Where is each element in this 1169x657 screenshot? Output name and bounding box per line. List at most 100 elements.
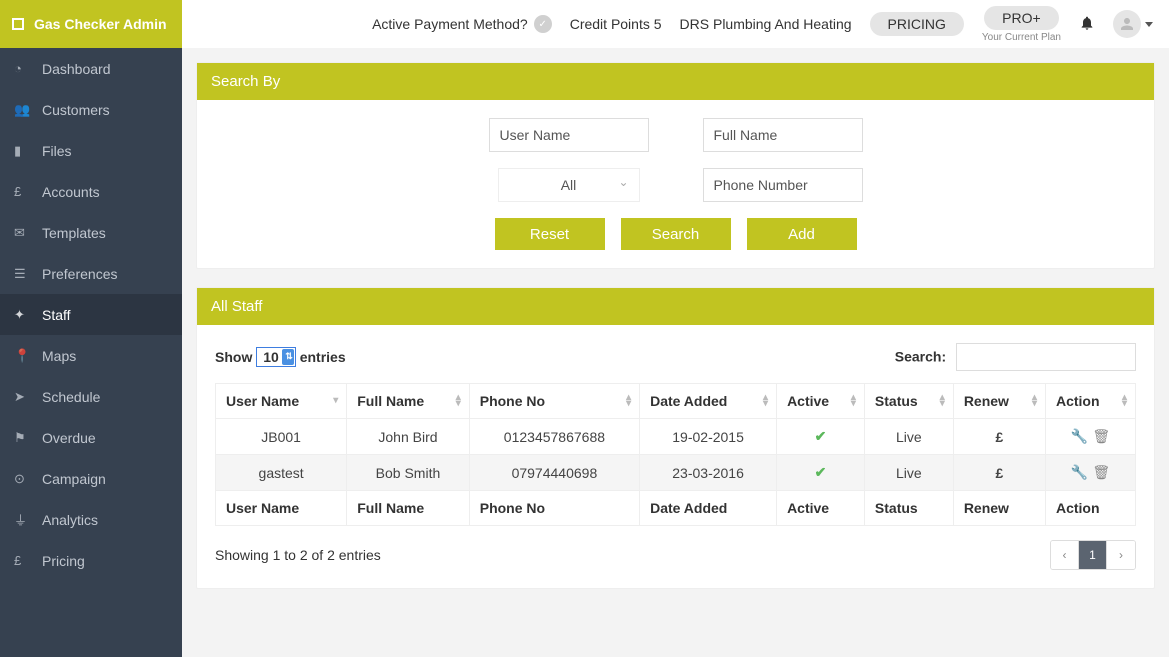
- check-circle-icon: ✓: [534, 15, 552, 33]
- col-full-name[interactable]: Full Name▴▾: [347, 384, 470, 419]
- plan-indicator[interactable]: PRO+ Your Current Plan: [982, 6, 1061, 43]
- footer-col: User Name: [216, 491, 347, 526]
- sidebar-item-analytics[interactable]: ⏚ Analytics: [0, 499, 182, 540]
- reset-button[interactable]: Reset: [495, 218, 605, 250]
- sidebar-item-label: Overdue: [42, 430, 96, 446]
- show-label-pre: Show: [215, 349, 252, 365]
- delete-trash-icon[interactable]: 🗑: [1092, 464, 1110, 480]
- add-button[interactable]: Add: [747, 218, 857, 250]
- sort-icon: ▴▾: [456, 395, 461, 407]
- delete-trash-icon[interactable]: 🗑: [1092, 428, 1110, 444]
- brand-header[interactable]: Gas Checker Admin: [0, 0, 182, 48]
- page-1[interactable]: 1: [1079, 541, 1107, 569]
- user-menu[interactable]: [1113, 10, 1153, 38]
- sort-desc-icon: ▾: [333, 398, 338, 404]
- col-phone-no[interactable]: Phone No▴▾: [469, 384, 639, 419]
- role-select-value: All: [561, 177, 577, 193]
- cell: 0123457867688: [469, 419, 639, 455]
- cell: ✔: [777, 419, 865, 455]
- page-prev[interactable]: ‹: [1051, 541, 1079, 569]
- cell: £: [953, 419, 1045, 455]
- footer-col: Action: [1045, 491, 1135, 526]
- sort-icon: ▴▾: [1122, 395, 1127, 407]
- sort-icon: ▴▾: [763, 395, 768, 407]
- brand-title: Gas Checker Admin: [34, 16, 167, 32]
- col-status[interactable]: Status▴▾: [864, 384, 953, 419]
- cell: 23-03-2016: [640, 455, 777, 491]
- fullname-input[interactable]: [703, 118, 863, 152]
- role-select[interactable]: All: [498, 168, 640, 202]
- sidebar-item-label: Schedule: [42, 389, 100, 405]
- sidebar-item-files[interactable]: ▮ Files: [0, 130, 182, 171]
- footer-col: Status: [864, 491, 953, 526]
- footer-col: Renew: [953, 491, 1045, 526]
- sidebar-item-label: Dashboard: [42, 61, 111, 77]
- entries-select[interactable]: 10: [256, 347, 296, 367]
- sidebar-item-dashboard[interactable]: ◔ Dashboard: [0, 48, 182, 89]
- payment-method-label: Active Payment Method?: [372, 16, 528, 32]
- templates-icon: ✉: [14, 225, 36, 241]
- sidebar-item-accounts[interactable]: £Accounts: [0, 171, 182, 212]
- table-search-input[interactable]: [956, 343, 1136, 371]
- col-action[interactable]: Action▴▾: [1045, 384, 1135, 419]
- search-button[interactable]: Search: [621, 218, 731, 250]
- sidebar-item-label: Files: [42, 143, 72, 159]
- sidebar-item-label: Analytics: [42, 512, 98, 528]
- table-search-label: Search:: [895, 349, 946, 365]
- notifications-bell-icon[interactable]: [1079, 15, 1095, 34]
- payment-method-status[interactable]: Active Payment Method? ✓: [372, 15, 552, 33]
- col-active[interactable]: Active▴▾: [777, 384, 865, 419]
- sidebar-item-overdue[interactable]: ⚑Overdue: [0, 417, 182, 458]
- cell: Live: [864, 455, 953, 491]
- sidebar-item-customers[interactable]: 👥Customers: [0, 89, 182, 130]
- username-input[interactable]: [489, 118, 649, 152]
- pricing-button[interactable]: PRICING: [870, 12, 964, 36]
- page-next[interactable]: ›: [1107, 541, 1135, 569]
- sidebar-item-label: Templates: [42, 225, 106, 241]
- search-panel-title: Search By: [197, 63, 1154, 100]
- active-check-icon: ✔: [815, 428, 827, 444]
- cell: 🔧🗑: [1045, 419, 1135, 455]
- sidebar-item-staff[interactable]: ✦Staff: [0, 294, 182, 335]
- table-info: Showing 1 to 2 of 2 entries: [215, 547, 381, 563]
- files-icon: ▮: [14, 143, 36, 159]
- cell: 🔧🗑: [1045, 455, 1135, 491]
- plan-button[interactable]: PRO+: [984, 6, 1059, 30]
- topbar: Active Payment Method? ✓ Credit Points 5…: [182, 0, 1169, 48]
- footer-col: Phone No: [469, 491, 639, 526]
- sidebar-item-maps[interactable]: 📍 Maps: [0, 335, 182, 376]
- cell: JB001: [216, 419, 347, 455]
- analytics-icon: ⏚: [14, 510, 36, 529]
- caret-down-icon: [1145, 22, 1153, 27]
- sidebar-item-pricing[interactable]: £Pricing: [0, 540, 182, 581]
- entries-value: 10: [263, 349, 279, 365]
- maps-icon: 📍: [14, 348, 36, 364]
- avatar-icon: [1113, 10, 1141, 38]
- dashboard-icon: ◔: [14, 61, 36, 76]
- edit-wrench-icon[interactable]: 🔧: [1071, 428, 1088, 444]
- sidebar-item-templates[interactable]: ✉ Templates: [0, 212, 182, 253]
- sidebar-item-preferences[interactable]: ☰Preferences: [0, 253, 182, 294]
- sidebar-item-label: Preferences: [42, 266, 117, 282]
- col-date-added[interactable]: Date Added▴▾: [640, 384, 777, 419]
- renew-icon[interactable]: £: [995, 429, 1003, 445]
- sidebar-item-campaign[interactable]: ⊙Campaign: [0, 458, 182, 499]
- col-renew[interactable]: Renew▴▾: [953, 384, 1045, 419]
- table-row: JB001John Bird012345786768819-02-2015✔Li…: [216, 419, 1136, 455]
- sidebar-item-label: Customers: [42, 102, 110, 118]
- sort-icon: ▴▾: [851, 395, 856, 407]
- edit-wrench-icon[interactable]: 🔧: [1071, 464, 1088, 480]
- sidebar: Gas Checker Admin ◔ Dashboard 👥Customers ▮ F…: [0, 0, 182, 657]
- sidebar-item-schedule[interactable]: ➤Schedule: [0, 376, 182, 417]
- sidebar-item-label: Staff: [42, 307, 71, 323]
- sort-icon: ▴▾: [940, 395, 945, 407]
- plan-note: Your Current Plan: [982, 32, 1061, 43]
- col-user-name[interactable]: User Name▾: [216, 384, 347, 419]
- phone-input[interactable]: [703, 168, 863, 202]
- pagination: ‹ 1 ›: [1050, 540, 1136, 570]
- renew-icon[interactable]: £: [995, 465, 1003, 481]
- sidebar-item-label: Pricing: [42, 553, 85, 569]
- brand-logo-icon: [12, 18, 24, 30]
- sidebar-item-label: Maps: [42, 348, 76, 364]
- entries-length-control: Show 10 entries: [215, 347, 346, 367]
